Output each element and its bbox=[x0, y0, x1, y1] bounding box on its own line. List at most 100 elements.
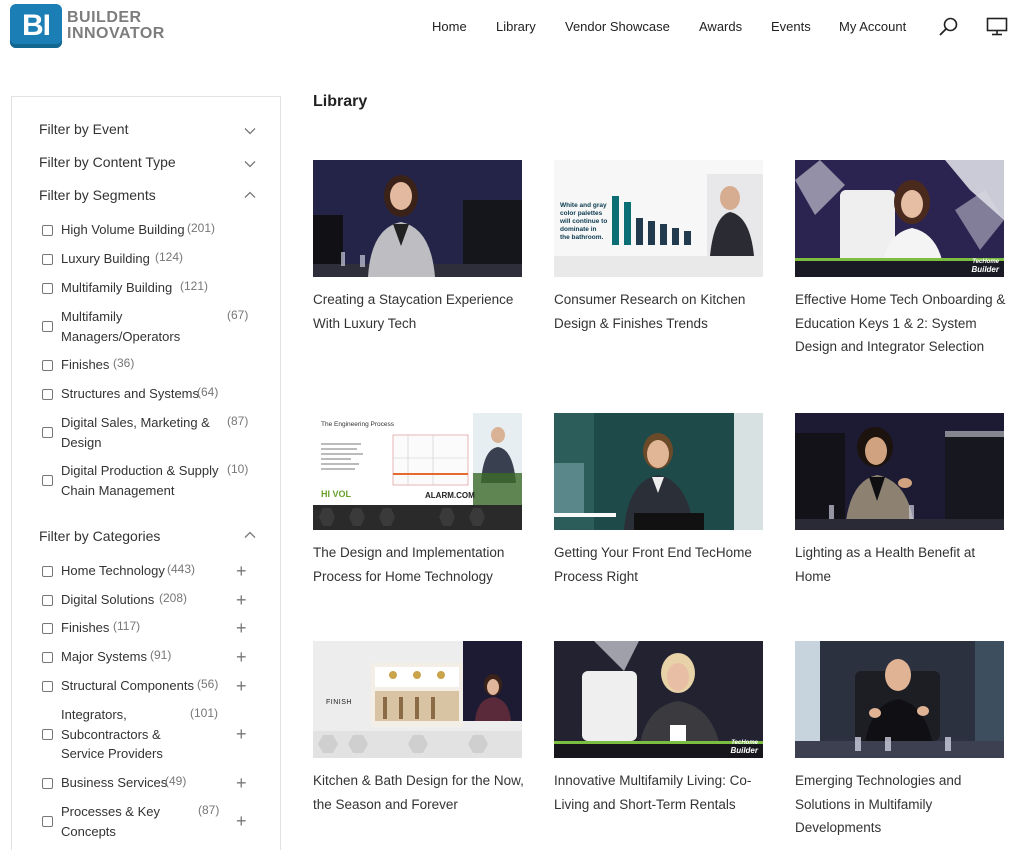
segment-option[interactable]: Digital Production & Supply Chain Manage… bbox=[42, 461, 272, 501]
page-title: Library bbox=[313, 93, 368, 110]
expand-plus-icon[interactable]: + bbox=[236, 619, 247, 637]
segment-count: (124) bbox=[155, 250, 184, 264]
segment-label: Structures and Systems bbox=[61, 386, 199, 401]
expand-plus-icon[interactable]: + bbox=[236, 591, 247, 609]
expand-plus-icon[interactable]: + bbox=[236, 812, 247, 830]
category-count: (208) bbox=[159, 591, 188, 605]
chevron-up-icon[interactable] bbox=[244, 529, 256, 541]
filter-by-event[interactable]: Filter by Event bbox=[39, 121, 128, 137]
category-label: Structural Components bbox=[61, 678, 194, 693]
card-title[interactable]: The Design and Implementation Process fo… bbox=[313, 541, 528, 588]
expand-plus-icon[interactable]: + bbox=[236, 648, 247, 666]
filter-by-segments[interactable]: Filter by Segments bbox=[39, 187, 156, 203]
category-label: Processes & Key Concepts bbox=[61, 804, 160, 839]
segment-label: Digital Production & Supply Chain Manage… bbox=[61, 463, 219, 498]
filter-by-content-type[interactable]: Filter by Content Type bbox=[39, 154, 176, 170]
slide-heading: The Engineering Process bbox=[321, 421, 394, 428]
video-thumbnail[interactable]: TecHome Builder bbox=[554, 641, 763, 758]
category-count: (443) bbox=[167, 562, 196, 576]
techome-builder-logo: TecHome Builder bbox=[971, 259, 999, 274]
category-checkbox[interactable] bbox=[42, 566, 53, 577]
card-title[interactable]: Effective Home Tech Onboarding & Educati… bbox=[795, 288, 1010, 359]
card-title[interactable]: Lighting as a Health Benefit at Home bbox=[795, 541, 1010, 588]
segment-checkbox[interactable] bbox=[42, 254, 53, 265]
video-thumbnail[interactable]: TecHome Builder bbox=[795, 160, 1004, 277]
video-thumbnail[interactable]: FINISH bbox=[313, 641, 522, 758]
expand-plus-icon[interactable]: + bbox=[236, 562, 247, 580]
segment-label: High Volume Building bbox=[61, 222, 185, 237]
segment-option[interactable]: Finishes (36) bbox=[42, 355, 272, 375]
card-title[interactable]: Getting Your Front End TecHome Process R… bbox=[554, 541, 769, 588]
category-option[interactable]: Structural Components (56) + bbox=[42, 676, 272, 696]
segment-checkbox[interactable] bbox=[42, 475, 53, 486]
segment-option[interactable]: High Volume Building (201) bbox=[42, 220, 272, 240]
segment-option[interactable]: Luxury Building (124) bbox=[42, 249, 272, 269]
category-checkbox[interactable] bbox=[42, 681, 53, 692]
category-label: Business Services bbox=[61, 775, 168, 790]
category-option[interactable]: Digital Solutions (208) + bbox=[42, 590, 272, 610]
nav-library[interactable]: Library bbox=[496, 19, 536, 34]
category-option[interactable]: Major Systems (91) + bbox=[42, 647, 272, 667]
nav-home[interactable]: Home bbox=[432, 19, 467, 34]
segment-label: Luxury Building bbox=[61, 251, 150, 266]
nav-events[interactable]: Events bbox=[771, 19, 811, 34]
segment-checkbox[interactable] bbox=[42, 360, 53, 371]
category-checkbox[interactable] bbox=[42, 778, 53, 789]
expand-plus-icon[interactable]: + bbox=[236, 677, 247, 695]
chevron-down-icon[interactable] bbox=[244, 125, 256, 137]
filter-by-categories[interactable]: Filter by Categories bbox=[39, 528, 160, 544]
monitor-icon[interactable] bbox=[986, 17, 1008, 42]
category-checkbox[interactable] bbox=[42, 595, 53, 606]
category-checkbox[interactable] bbox=[42, 816, 53, 827]
segment-label: Digital Sales, Marketing & Design bbox=[61, 415, 210, 450]
segment-option[interactable]: Multifamily Building (121) bbox=[42, 278, 272, 298]
category-checkbox[interactable] bbox=[42, 623, 53, 634]
expand-plus-icon[interactable]: + bbox=[236, 725, 247, 743]
card-title[interactable]: Emerging Technologies and Solutions in M… bbox=[795, 769, 1010, 840]
filter-sidebar: Filter by Event Filter by Content Type F… bbox=[11, 96, 281, 850]
category-option[interactable]: Finishes (117) + bbox=[42, 618, 272, 638]
segment-count: (67) bbox=[227, 308, 249, 322]
search-icon[interactable] bbox=[938, 16, 960, 43]
card-title[interactable]: Consumer Research on Kitchen Design & Fi… bbox=[554, 288, 769, 335]
video-thumbnail[interactable] bbox=[795, 641, 1004, 758]
segment-option[interactable]: Digital Sales, Marketing & Design (87) bbox=[42, 413, 272, 453]
category-option[interactable]: Home Technology (443) + bbox=[42, 561, 272, 581]
alarm-com-logo: ALARM.COM bbox=[425, 491, 475, 500]
category-checkbox[interactable] bbox=[42, 729, 53, 740]
video-thumbnail[interactable] bbox=[554, 413, 763, 530]
video-thumbnail[interactable] bbox=[795, 413, 1004, 530]
chevron-down-icon[interactable] bbox=[244, 158, 256, 170]
category-checkbox[interactable] bbox=[42, 652, 53, 663]
segment-count: (10) bbox=[227, 462, 249, 476]
segment-option[interactable]: Multifamily Managers/Operators (67) bbox=[42, 307, 272, 347]
nav-awards[interactable]: Awards bbox=[699, 19, 742, 34]
card-title[interactable]: Innovative Multifamily Living: Co-Living… bbox=[554, 769, 769, 816]
segment-label: Multifamily Managers/Operators bbox=[61, 309, 181, 344]
category-option[interactable]: Integrators, Subcontractors & Service Pr… bbox=[42, 705, 272, 765]
segment-checkbox[interactable] bbox=[42, 225, 53, 236]
expand-plus-icon[interactable]: + bbox=[236, 774, 247, 792]
segment-count: (87) bbox=[227, 414, 249, 428]
segment-option[interactable]: Structures and Systems (64) bbox=[42, 384, 272, 404]
nav-vendor-showcase[interactable]: Vendor Showcase bbox=[565, 19, 670, 34]
category-option[interactable]: Processes & Key Concepts (87) + bbox=[42, 802, 272, 842]
category-option[interactable]: Business Services (49) + bbox=[42, 773, 272, 793]
nav-my-account[interactable]: My Account bbox=[839, 19, 906, 34]
video-thumbnail[interactable]: White and gray color palettes will conti… bbox=[554, 160, 763, 277]
card-title[interactable]: Creating a Staycation Experience With Lu… bbox=[313, 288, 528, 335]
card-title[interactable]: Kitchen & Bath Design for the Now, the S… bbox=[313, 769, 528, 816]
chart-slide-caption: White and gray color palettes will conti… bbox=[560, 202, 608, 241]
chevron-up-icon[interactable] bbox=[244, 189, 256, 201]
main-nav: Home Library Vendor Showcase Awards Even… bbox=[0, 17, 1022, 42]
video-thumbnail[interactable] bbox=[313, 160, 522, 277]
segment-checkbox[interactable] bbox=[42, 283, 53, 294]
segment-checkbox[interactable] bbox=[42, 389, 53, 400]
category-count: (87) bbox=[198, 803, 220, 817]
segment-checkbox[interactable] bbox=[42, 427, 53, 438]
category-count: (91) bbox=[150, 648, 172, 662]
segment-checkbox[interactable] bbox=[42, 321, 53, 332]
finish-logo: FINISH bbox=[326, 699, 352, 706]
category-count: (117) bbox=[113, 619, 141, 633]
video-thumbnail[interactable]: The Engineering Process HI VOL ALARM.COM bbox=[313, 413, 522, 530]
